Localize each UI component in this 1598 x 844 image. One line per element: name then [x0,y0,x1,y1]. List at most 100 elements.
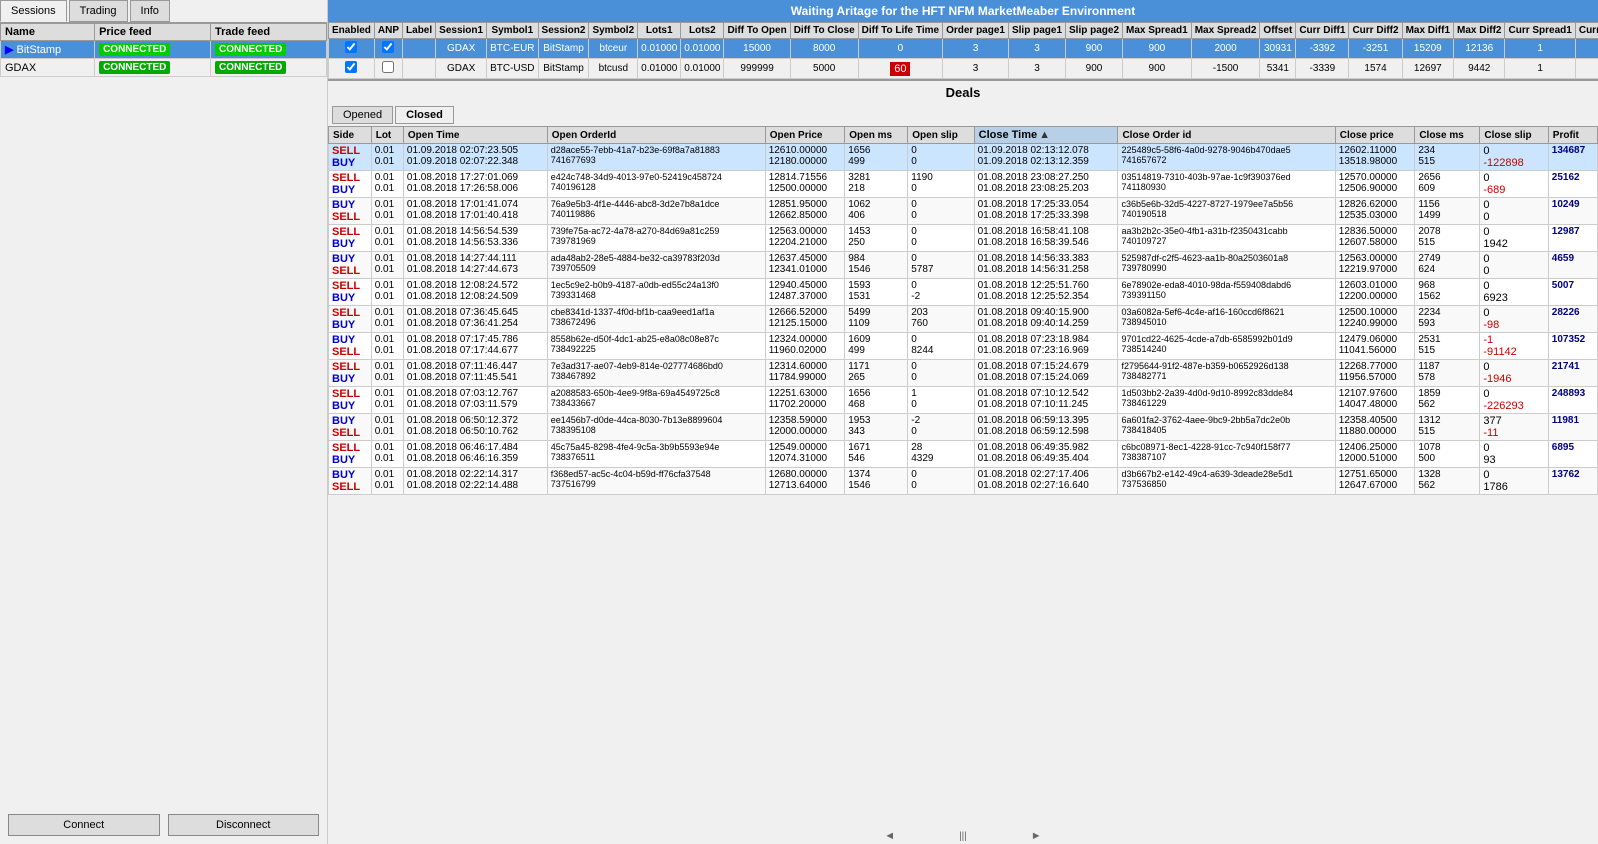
grid-row-0[interactable]: GDAX BTC-EUR BitStamp btceur 0.01000 0.0… [329,39,1598,59]
deal-open-price-12: 12680.0000012713.64000 [765,468,845,495]
th-open-ms[interactable]: Open ms [845,127,908,144]
tab-opened[interactable]: Opened [332,106,393,124]
deal-profit-1: 25162 [1548,171,1597,198]
anp-checkbox-0[interactable] [382,41,394,53]
th-profit[interactable]: Profit [1548,127,1597,144]
deal-profit-12: 13762 [1548,468,1597,495]
th-close-time[interactable]: Close Time ▲ [974,127,1118,144]
deal-row-1[interactable]: SELL BUY 0.010.01 01.08.2018 17:27:01.06… [329,171,1598,198]
deal-side-11: SELL BUY [329,441,372,468]
th-close-ms[interactable]: Close ms [1415,127,1480,144]
th-offset: Offset [1260,23,1296,39]
deal-row-5[interactable]: SELL BUY 0.010.01 01.08.2018 12:08:24.57… [329,279,1598,306]
grid-row-1[interactable]: GDAX BTC-USD BitStamp btcusd 0.01000 0.0… [329,59,1598,79]
deal-side-0: SELL BUY [329,144,372,171]
th-open-slip[interactable]: Open slip [908,127,974,144]
scrollbar-hint: ◄ ||| ► [328,828,1598,844]
deal-row-12[interactable]: BUY SELL 0.010.01 01.08.2018 02:22:14.31… [329,468,1598,495]
deal-row-8[interactable]: SELL BUY 0.010.01 01.08.2018 07:11:46.44… [329,360,1598,387]
deal-row-6[interactable]: SELL BUY 0.010.01 01.08.2018 07:36:45.64… [329,306,1598,333]
deal-close-orderid-5: 6e78902e-eda8-4010-98da-f559408dabd67393… [1118,279,1335,306]
grid-symbol1-0: BTC-EUR [487,39,538,59]
deal-close-orderid-9: 1d503bb2-2a39-4d0d-9d10-8992c83dde847384… [1118,387,1335,414]
connect-button[interactable]: Connect [8,814,160,836]
deal-close-ms-10: 1312515 [1415,414,1480,441]
deal-row-9[interactable]: SELL BUY 0.010.01 01.08.2018 07:03:12.76… [329,387,1598,414]
deal-row-11[interactable]: SELL BUY 0.010.01 01.08.2018 06:46:17.48… [329,441,1598,468]
deal-open-price-9: 12251.6300011702.20000 [765,387,845,414]
grid-lots1-0: 0.01000 [638,39,681,59]
th-lifetime: Diff To Life Time [858,23,942,39]
deal-lot-8: 0.010.01 [371,360,403,387]
deal-profit-10: 11981 [1548,414,1597,441]
th-max-spread1: Max Spread1 [1123,23,1192,39]
disconnect-button[interactable]: Disconnect [168,814,320,836]
deal-row-7[interactable]: BUY SELL 0.010.01 01.08.2018 07:17:45.78… [329,333,1598,360]
deal-row-4[interactable]: BUY SELL 0.010.01 01.08.2018 14:27:44.11… [329,252,1598,279]
deal-lot-9: 0.010.01 [371,387,403,414]
deal-row-2[interactable]: BUY SELL 0.010.01 01.08.2018 17:01:41.07… [329,198,1598,225]
top-grid: Enabled ANP Label Session1 Symbol1 Sessi… [328,22,1598,81]
grid-order-page1-1: 3 [943,59,1009,79]
grid-enabled-1[interactable] [329,59,375,79]
th-lot[interactable]: Lot [371,127,403,144]
th-slip-page2: Slip page2 [1066,23,1123,39]
th-close-price[interactable]: Close price [1335,127,1415,144]
grid-session1-1: GDAX [436,59,487,79]
th-lots1: Lots1 [638,23,681,39]
deal-open-orderid-2: 76a9e5b3-4f1e-4446-abc8-3d2e7b8a1dce7401… [547,198,765,225]
deal-profit-0: 134687 [1548,144,1597,171]
tab-sessions[interactable]: Sessions [0,0,67,22]
deal-open-orderid-3: 739fe75a-ac72-4a78-a270-84d69a81c2597397… [547,225,765,252]
enabled-checkbox-1[interactable] [345,61,357,73]
deal-open-ms-3: 1453250 [845,225,908,252]
deal-row-10[interactable]: BUY SELL 0.010.01 01.08.2018 06:50:12.37… [329,414,1598,441]
deal-close-price-4: 12563.0000012219.97000 [1335,252,1415,279]
deal-row-0[interactable]: SELL BUY 0.010.01 01.09.2018 02:07:23.50… [329,144,1598,171]
grid-enabled-0[interactable] [329,39,375,59]
deal-close-price-0: 12602.1100013518.98000 [1335,144,1415,171]
grid-anp-1[interactable] [374,59,402,79]
deal-row-3[interactable]: SELL BUY 0.010.01 01.08.2018 14:56:54.53… [329,225,1598,252]
deal-profit-6: 28226 [1548,306,1597,333]
th-open-orderid[interactable]: Open OrderId [547,127,765,144]
deals-table-container[interactable]: Side Lot Open Time Open OrderId Open Pri… [328,126,1598,828]
deal-open-orderid-10: ee1456b7-d0de-44ca-8030-7b13e88996047383… [547,414,765,441]
deal-open-price-7: 12324.0000011960.02000 [765,333,845,360]
grid-anp-0[interactable] [374,39,402,59]
grid-maxspread1-0: 900 [1123,39,1192,59]
deal-close-orderid-2: c36b5e6b-32d5-4227-8727-1979ee7a5b567401… [1118,198,1335,225]
tab-closed[interactable]: Closed [395,106,454,124]
tab-info[interactable]: Info [130,0,170,22]
session-row-gdax[interactable]: GDAX CONNECTED CONNECTED [1,59,327,77]
th-curr-diff1: Curr Diff1 [1296,23,1349,39]
deal-lot-4: 0.010.01 [371,252,403,279]
deal-close-orderid-8: f2795644-91f2-487e-b359-b0652926d1387384… [1118,360,1335,387]
th-close-orderid[interactable]: Close Order id [1118,127,1335,144]
th-open-price[interactable]: Open Price [765,127,845,144]
deal-lot-1: 0.010.01 [371,171,403,198]
grid-lots2-1: 0.01000 [681,59,724,79]
deal-open-time-5: 01.08.2018 12:08:24.57201.08.2018 12:08:… [403,279,547,306]
session-price-gdax: CONNECTED [95,59,211,77]
deal-close-slip-3: 0 1942 [1480,225,1548,252]
session-name-bitstamp: ▶ BitStamp [1,41,95,59]
grid-currspread1-0: 1 [1505,39,1575,59]
th-close-slip[interactable]: Close slip [1480,127,1548,144]
deal-close-ms-12: 1328562 [1415,468,1480,495]
enabled-checkbox-0[interactable] [345,41,357,53]
deal-close-time-4: 01.08.2018 14:56:33.38301.08.2018 14:56:… [974,252,1118,279]
left-panel: Sessions Trading Info Name Price feed Tr… [0,0,328,844]
tab-trading[interactable]: Trading [69,0,128,22]
th-curr-spread1: Curr Spread1 [1505,23,1575,39]
th-open-time[interactable]: Open Time [403,127,547,144]
deals-title: Deals [328,81,1598,104]
th-side[interactable]: Side [329,127,372,144]
anp-checkbox-1[interactable] [382,61,394,73]
deals-tabs: Opened Closed [328,104,1598,126]
grid-slip2-0: 900 [1066,39,1123,59]
deals-section: Deals Opened Closed Side Lot Open Time O… [328,81,1598,844]
session-row-bitstamp[interactable]: ▶ BitStamp CONNECTED CONNECTED [1,41,327,59]
grid-currspread2-1: 1764 [1575,59,1598,79]
deal-open-time-8: 01.08.2018 07:11:46.44701.08.2018 07:11:… [403,360,547,387]
